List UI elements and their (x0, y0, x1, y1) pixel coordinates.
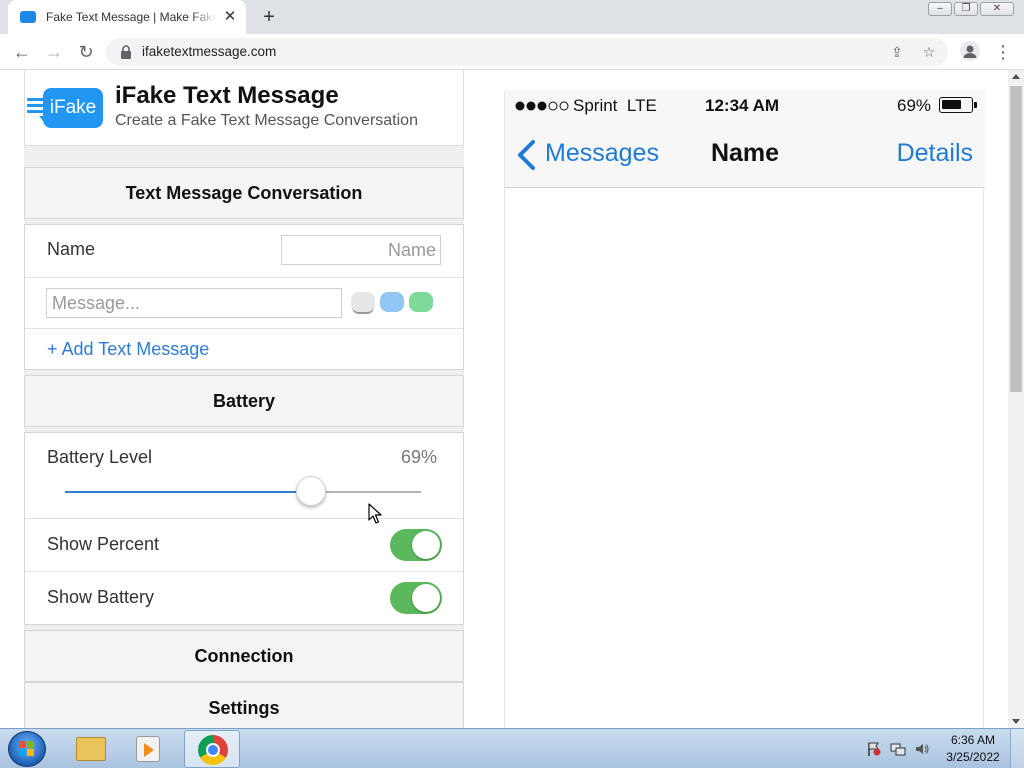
windows-logo-icon (19, 741, 35, 757)
details-button[interactable]: Details (897, 139, 973, 168)
signal-strength-icon (515, 101, 569, 111)
message-input[interactable] (46, 288, 342, 318)
battery-level-row: Battery Level 69% (25, 433, 463, 519)
taskbar-chrome-button[interactable] (184, 730, 240, 768)
name-row: Name (25, 225, 463, 278)
chrome-icon (198, 735, 228, 765)
scrollbar-thumb[interactable] (1010, 86, 1022, 392)
show-percent-toggle[interactable] (390, 529, 442, 561)
battery-icon (939, 97, 977, 113)
page-scrollbar[interactable] (1008, 70, 1024, 728)
phone-nav-bar: Name Messages Details (505, 122, 985, 188)
editor-sidebar: iFake iFake Text Message Create a Fake T… (24, 70, 464, 728)
carrier-name: Sprint LTE (573, 96, 657, 115)
taskbar-explorer-button[interactable] (62, 730, 118, 768)
name-input[interactable] (281, 235, 441, 265)
phone-status-bar: Sprint LTE 12:34 AM 69% (505, 90, 985, 122)
battery-group: Battery Level 69% Show Percent Show Batt… (24, 432, 464, 625)
blue-bubble-option-icon[interactable] (380, 292, 404, 312)
window-maximize-button[interactable]: ❐ (954, 2, 978, 16)
tab-close-icon[interactable]: ✕ (222, 9, 238, 25)
back-icon[interactable]: ← (10, 40, 34, 64)
ifake-logo[interactable]: iFake (43, 88, 103, 128)
system-clock-time[interactable]: 6:36 AM (944, 733, 1002, 747)
battery-level-value: 69% (400, 447, 437, 467)
browser-toolbar: ← → ↻ ifaketextmessage.com ⇪ ☆ ⋮ (0, 34, 1024, 70)
conversation-group: Name + Add Text Message (24, 224, 464, 370)
phone-clock: 12:34 AM (705, 96, 780, 115)
taskbar-media-player-button[interactable] (122, 730, 178, 768)
toggle-knob (412, 531, 440, 559)
system-clock-date[interactable]: 3/25/2022 (944, 750, 1002, 764)
show-desktop-button[interactable] (1010, 729, 1024, 768)
section-connection-header[interactable]: Connection (24, 630, 464, 682)
show-percent-row: Show Percent (25, 519, 463, 572)
address-bar[interactable]: ifaketextmessage.com ⇪ ☆ (106, 38, 948, 66)
file-explorer-icon (76, 737, 106, 761)
phone-preview: Sprint LTE 12:34 AM 69% Name Messages De… (504, 90, 985, 728)
hamburger-menu-icon[interactable] (27, 98, 49, 114)
share-icon[interactable]: ⇪ (888, 43, 906, 61)
name-label: Name (47, 239, 96, 259)
action-center-flag-icon[interactable] (866, 741, 882, 757)
brand-subtitle: Create a Fake Text Message Conversation (115, 112, 418, 129)
browser-menu-icon[interactable]: ⋮ (994, 40, 1012, 64)
start-button[interactable] (8, 731, 46, 767)
site-favicon-icon (20, 11, 36, 23)
show-battery-toggle[interactable] (390, 582, 442, 614)
brand-title: iFake Text Message (115, 82, 339, 109)
section-battery-header[interactable]: Battery (24, 375, 464, 427)
page-content: iFake iFake Text Message Create a Fake T… (0, 70, 1008, 728)
green-bubble-option-icon[interactable] (409, 292, 433, 312)
network-icon[interactable] (890, 741, 906, 757)
brand-header: iFake iFake Text Message Create a Fake T… (24, 70, 464, 146)
bookmark-star-icon[interactable]: ☆ (920, 43, 938, 61)
browser-tab-active[interactable]: Fake Text Message | Make Fake Text Messa… (8, 0, 246, 34)
new-tab-button[interactable]: + (258, 6, 280, 28)
tab-title: Fake Text Message | Make Fake Text Messa… (46, 10, 216, 24)
phone-battery-percent: 69% (897, 96, 932, 115)
show-percent-label: Show Percent (47, 534, 160, 554)
toggle-knob (412, 584, 440, 612)
section-conversation-header[interactable]: Text Message Conversation (24, 167, 464, 219)
message-row (25, 278, 463, 329)
windows-taskbar: 6:36 AM 3/25/2022 (0, 728, 1024, 768)
window-close-button[interactable]: ✕ (980, 2, 1014, 16)
add-message-row: + Add Text Message (25, 329, 463, 369)
slider-fill (65, 491, 311, 493)
messages-back-button[interactable]: Messages (545, 139, 659, 168)
reload-icon[interactable]: ↻ (74, 40, 98, 64)
gray-bubble-option-icon[interactable] (351, 292, 375, 312)
battery-level-label: Battery Level (47, 447, 153, 467)
show-battery-row: Show Battery (25, 572, 463, 624)
profile-avatar-icon[interactable] (960, 41, 980, 61)
battery-level-slider[interactable] (65, 476, 421, 506)
forward-icon[interactable]: → (42, 40, 66, 64)
slider-thumb[interactable] (295, 476, 326, 506)
window-minimize-button[interactable]: – (928, 2, 952, 16)
add-text-message-link[interactable]: + Add Text Message (47, 339, 209, 360)
mouse-cursor-icon (368, 503, 382, 524)
lock-icon (121, 45, 131, 59)
back-chevron-icon[interactable] (515, 138, 539, 172)
show-battery-label: Show Battery (47, 587, 155, 607)
media-player-icon (136, 736, 160, 762)
url-text: ifaketextmessage.com (142, 44, 277, 59)
volume-icon[interactable] (914, 741, 930, 757)
section-settings-header[interactable]: Settings (24, 682, 464, 728)
scroll-up-arrow-icon[interactable] (1012, 74, 1020, 79)
scroll-down-arrow-icon[interactable] (1012, 719, 1020, 724)
browser-tabstrip: Fake Text Message | Make Fake Text Messa… (0, 0, 1024, 34)
